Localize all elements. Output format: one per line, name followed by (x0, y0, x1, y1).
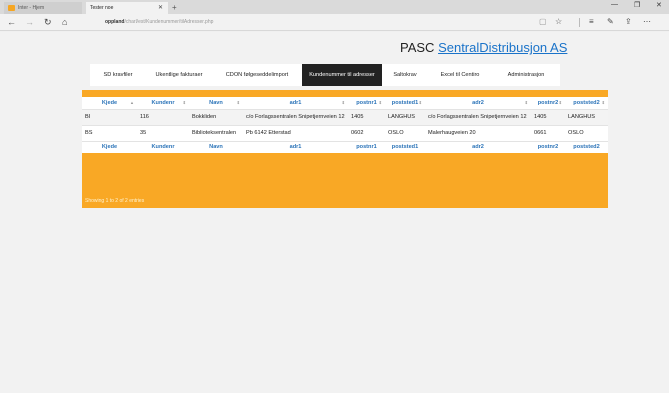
cell-adr1: c/o Forlagssentralen Snipetjernveien 12 (243, 109, 348, 126)
tab-inter-hjem[interactable]: Inter - Hjem (4, 2, 82, 14)
maximize-icon[interactable]: ❐ (634, 1, 640, 9)
page-content: PASC SentralDistribusjon AS SD kravfiler… (0, 32, 669, 393)
column-header-postnr2[interactable]: postnr2 ⇕ (531, 97, 565, 110)
cell-postnr2: 0661 (531, 125, 565, 142)
footer-header-poststed2: poststed2 (565, 140, 608, 153)
main-menu: SD kravfiler Ukentlige fakturaer CDON fø… (90, 64, 560, 86)
sort-icon: ⇕ (378, 100, 382, 105)
column-header-poststed2[interactable]: poststed2 ⇕ (565, 97, 608, 110)
column-header-poststed1[interactable]: poststed1 ⇕ (385, 97, 425, 110)
sort-icon: ⇕ (182, 100, 186, 105)
sort-icon: ⇕ (236, 100, 240, 105)
column-header-adr1[interactable]: adr1 ⇕ (243, 97, 348, 110)
home-icon[interactable]: ⌂ (62, 17, 67, 27)
footer-header-navn: Navn (189, 140, 243, 153)
data-table: Kjede ▲ Kundenr ⇕ Navn ⇕ adr1 ⇕ postnr1 ⇕ pos… (82, 97, 608, 153)
cell-poststed2: OSLO (565, 125, 608, 142)
cell-navn: Bokkliden (189, 109, 243, 126)
footer-header-adr2: adr2 (425, 140, 531, 153)
minimize-icon[interactable]: — (611, 1, 618, 8)
column-header-adr2[interactable]: adr2 ⇕ (425, 97, 531, 110)
menu-item-kundenummer-til-adresser[interactable]: Kundenummer til adresser (302, 64, 382, 86)
favorite-star-icon[interactable]: ☆ (555, 17, 562, 26)
cell-adr2: c/o Forlagssentralen Snipetjernveien 12 (425, 109, 531, 126)
tab-tester-noe[interactable]: Tester noe ✕ (86, 2, 168, 40)
cell-postnr1: 1405 (348, 109, 385, 126)
footer-header-poststed1: poststed1 (385, 140, 425, 153)
menu-item-sd-kravfiler[interactable]: SD kravfiler (90, 64, 146, 86)
sort-icon: ⇕ (341, 100, 345, 105)
address-bar: ← → ↻ ⌂ oppland/charl/est/Kundenummer/ti… (0, 14, 669, 31)
table-row: BS 35 Biblioteksentralen Pb 6142 Etterst… (82, 125, 608, 142)
cell-adr2: Malerhaugveien 20 (425, 125, 531, 142)
browser-tabbar: Inter - Hjem Tester noe ✕ + — ❐ ✕ (0, 0, 669, 40)
table-header-row: Kjede ▲ Kundenr ⇕ Navn ⇕ adr1 ⇕ postnr1 ⇕ pos… (82, 97, 608, 110)
tab-label: Inter - Hjem (18, 5, 45, 11)
cell-poststed1: OSLO (385, 125, 425, 142)
refresh-icon[interactable]: ↻ (44, 17, 52, 28)
toolbar-divider (579, 18, 580, 27)
brand-link[interactable]: SentralDistribusjon AS (438, 40, 567, 55)
column-header-kjede[interactable]: Kjede ▲ (82, 97, 137, 110)
sort-icon: ⇕ (601, 100, 605, 105)
sort-icon: ⇕ (418, 100, 422, 105)
cell-postnr2: 1405 (531, 109, 565, 126)
menu-item-saltokrav[interactable]: Saltokrav (382, 64, 428, 86)
footer-header-adr1: adr1 (243, 140, 348, 153)
cell-poststed2: LANGHUS (565, 109, 608, 126)
tab-label: Tester noe (90, 5, 114, 11)
entries-info: Showing 1 to 2 of 2 entries (85, 198, 145, 204)
menu-item-excel-til-centiro[interactable]: Excel til Centiro (428, 64, 492, 86)
column-header-kundenr[interactable]: Kundenr ⇕ (137, 97, 189, 110)
menu-item-administrasjon[interactable]: Administrasjon (492, 64, 560, 86)
brand-prefix: PASC (400, 40, 435, 55)
table-footer-row: Kjede Kundenr Navn adr1 postnr1 poststed… (82, 140, 608, 153)
menu-item-cdon-folgeseddelimport[interactable]: CDON følgeseddelimport (212, 64, 302, 86)
cell-postnr1: 0602 (348, 125, 385, 142)
sort-icon: ⇕ (558, 100, 562, 105)
cell-adr1: Pb 6142 Etterstad (243, 125, 348, 142)
footer-header-postnr1: postnr1 (348, 140, 385, 153)
footer-header-kjede: Kjede (82, 140, 137, 153)
cell-kundenr: 116 (137, 109, 189, 126)
favicon-icon (8, 5, 15, 11)
url-field[interactable]: oppland/charl/est/Kundenummer/tilAdresse… (105, 19, 213, 25)
footer-header-kundenr: Kundenr (137, 140, 189, 153)
sort-icon: ⇕ (524, 100, 528, 105)
footer-header-postnr2: postnr2 (531, 140, 565, 153)
cell-kjede: BI (82, 109, 137, 126)
table-info-bar: Showing 1 to 2 of 2 entries (82, 195, 608, 208)
cell-navn: Biblioteksentralen (189, 125, 243, 142)
hub-icon[interactable]: ≡ (589, 17, 594, 26)
share-icon[interactable]: ⇪ (625, 17, 632, 26)
cell-kjede: BS (82, 125, 137, 142)
cell-kundenr: 35 (137, 125, 189, 142)
column-header-navn[interactable]: Navn ⇕ (189, 97, 243, 110)
cell-poststed1: LANGHUS (385, 109, 425, 126)
new-tab-icon[interactable]: + (172, 3, 177, 12)
reading-view-icon[interactable]: ▢ (539, 17, 547, 26)
web-note-icon[interactable]: ✎ (607, 17, 614, 26)
close-window-icon[interactable]: ✕ (656, 1, 662, 9)
column-header-postnr1[interactable]: postnr1 ⇕ (348, 97, 385, 110)
forward-icon[interactable]: → (25, 17, 34, 27)
panel-top-strip (82, 90, 608, 97)
site-brand: PASC SentralDistribusjon AS (400, 40, 567, 55)
back-icon[interactable]: ← (7, 17, 16, 27)
close-tab-icon[interactable]: ✕ (158, 4, 163, 11)
more-icon[interactable]: ⋯ (643, 17, 651, 26)
table-row: BI 116 Bokkliden c/o Forlagssentralen Sn… (82, 109, 608, 126)
sort-asc-icon: ▲ (130, 100, 134, 105)
data-table-panel: Kjede ▲ Kundenr ⇕ Navn ⇕ adr1 ⇕ postnr1 ⇕ pos… (82, 90, 608, 208)
menu-item-ukentlige-fakturaer[interactable]: Ukentlige fakturaer (146, 64, 212, 86)
